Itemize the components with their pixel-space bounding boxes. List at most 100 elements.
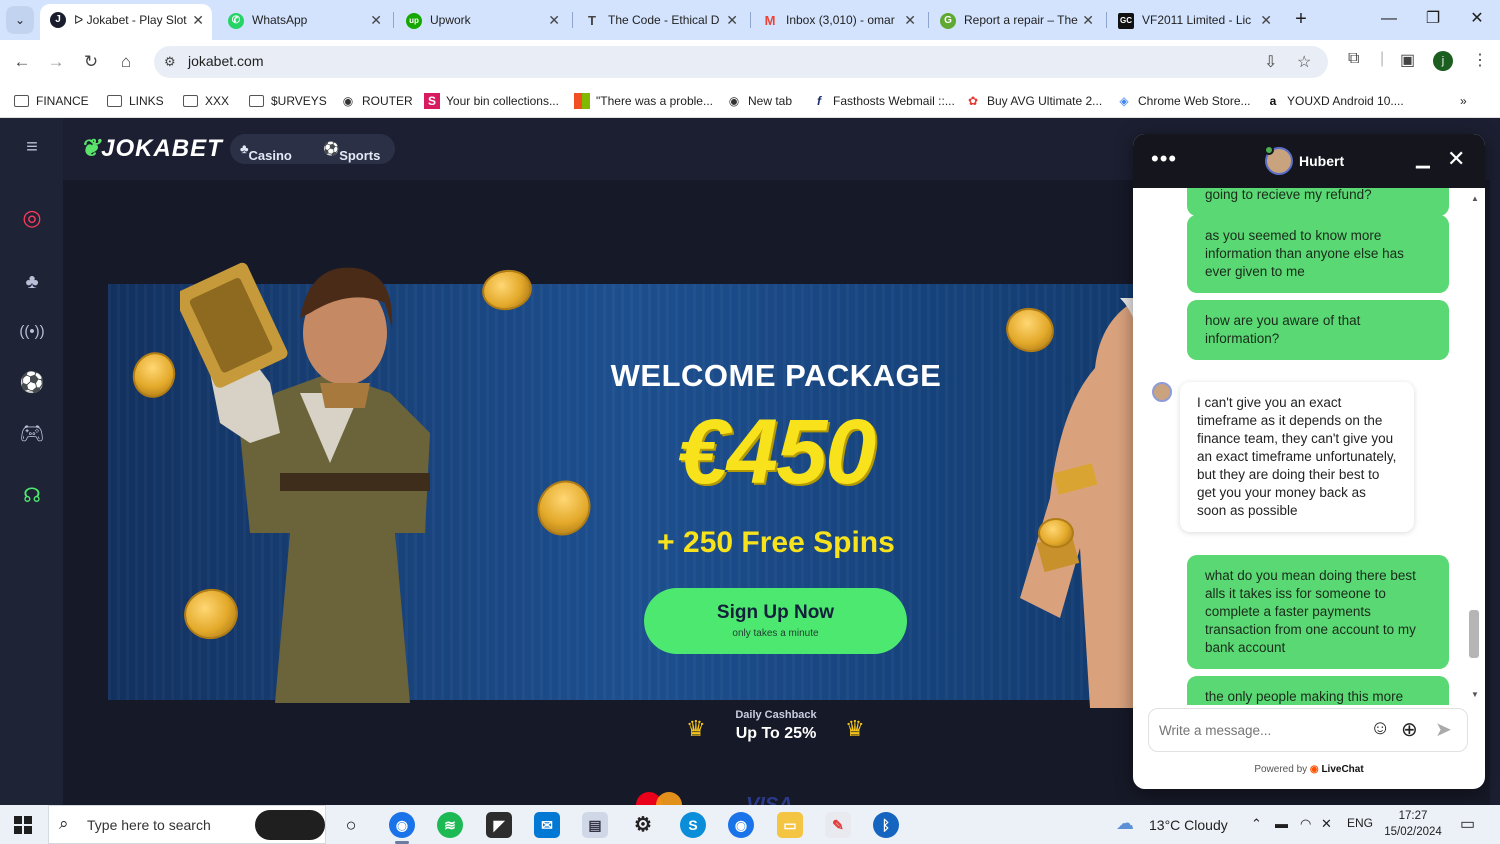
- attach-icon[interactable]: ⊕: [1401, 717, 1418, 742]
- file-explorer-icon[interactable]: ▭: [777, 812, 803, 838]
- cherry-icon[interactable]: ♣: [18, 268, 46, 296]
- bookmark-item[interactable]: ◈ Chrome Web Store...: [1116, 91, 1250, 111]
- sign-up-button[interactable]: Sign Up Now only takes a minute: [644, 588, 907, 654]
- powered-by[interactable]: Powered by ◉ LiveChat: [1133, 764, 1485, 775]
- window-close-button[interactable]: ✕: [1454, 0, 1500, 40]
- wifi-icon[interactable]: ◠: [1300, 816, 1311, 832]
- tab-whatsapp[interactable]: ✆ WhatsApp ✕: [218, 6, 390, 34]
- bookmark-item[interactable]: LINKS: [107, 91, 164, 111]
- settings-icon[interactable]: ⚙: [630, 812, 656, 838]
- notepad-icon[interactable]: ▤: [582, 812, 608, 838]
- bookmark-item[interactable]: ✿ Buy AVG Ultimate 2...: [965, 91, 1102, 111]
- tab-jokabet[interactable]: J ᐅ Jokabet - Play Slot ✕: [40, 4, 212, 40]
- spotify-icon[interactable]: ≋: [437, 812, 463, 838]
- bookmark-item[interactable]: S Your bin collections...: [424, 91, 559, 111]
- jokabet-logo[interactable]: ❦JOKABET: [80, 134, 223, 163]
- home-button[interactable]: ⌂: [112, 48, 140, 76]
- dartboard-icon[interactable]: ◎: [18, 204, 46, 232]
- minimize-chat-icon[interactable]: ▁: [1416, 148, 1430, 169]
- bookmark-item[interactable]: ◉ ROUTER: [340, 91, 413, 111]
- gamepad-icon[interactable]: 🎮︎: [18, 420, 46, 448]
- sports-tab[interactable]: ⚽ Sports: [323, 141, 380, 163]
- tab-gmail[interactable]: M Inbox (3,010) - omar ✕: [752, 6, 924, 34]
- install-app-icon[interactable]: ⇩: [1264, 52, 1277, 72]
- scroll-down-icon[interactable]: ▼: [1471, 690, 1479, 699]
- tab-report-repair[interactable]: G Report a repair – The ✕: [930, 6, 1102, 34]
- weather-text[interactable]: 13°C Cloudy: [1149, 817, 1228, 833]
- chrome-icon[interactable]: ◉: [389, 812, 415, 838]
- football-icon[interactable]: ⚽: [18, 369, 46, 397]
- tab-title: The Code - Ethical D: [608, 13, 720, 27]
- sign-up-sublabel: only takes a minute: [732, 628, 819, 639]
- chevron-up-icon[interactable]: ⌃: [1251, 816, 1262, 832]
- close-icon[interactable]: ✕: [548, 6, 560, 34]
- emoji-icon[interactable]: ☺: [1370, 717, 1390, 740]
- tab-vf2011[interactable]: GC VF2011 Limited - Lic ✕: [1108, 6, 1280, 34]
- forward-button[interactable]: →: [42, 48, 70, 76]
- close-chat-icon[interactable]: ✕: [1447, 146, 1465, 172]
- restore-button[interactable]: ❐: [1410, 0, 1456, 40]
- menu-dots-icon[interactable]: ⋮: [1472, 50, 1488, 70]
- task-view-icon[interactable]: ○: [338, 812, 364, 838]
- live-icon[interactable]: ((•)): [18, 318, 46, 346]
- extensions-icon[interactable]: ⧉: [1348, 50, 1359, 68]
- clock[interactable]: 17:27 15/02/2024: [1381, 808, 1445, 840]
- sticky-notes-icon[interactable]: ◤: [486, 812, 512, 838]
- chat-messages[interactable]: going to recieve my refund? as you seeme…: [1133, 188, 1485, 705]
- message-input[interactable]: [1159, 719, 1359, 741]
- visa-logo: VISA: [746, 794, 793, 805]
- minimize-button[interactable]: —: [1366, 0, 1412, 40]
- tab-upwork[interactable]: up Upwork ✕: [396, 6, 568, 34]
- cloud-icon: ☁: [1116, 813, 1134, 833]
- bookmark-item[interactable]: f Fasthosts Webmail ::...: [811, 91, 955, 111]
- bookmark-item[interactable]: "There was a proble...: [574, 91, 713, 111]
- close-icon[interactable]: ✕: [192, 4, 204, 36]
- casino-tab[interactable]: ♣ Casino: [240, 141, 292, 163]
- page-scrollbar[interactable]: [1490, 118, 1500, 805]
- bookmark-item[interactable]: $URVEYS: [249, 91, 327, 111]
- tab-search-button[interactable]: ⌄: [6, 6, 34, 34]
- more-bookmarks-icon[interactable]: »: [1460, 91, 1467, 111]
- close-icon[interactable]: ✕: [1260, 6, 1272, 34]
- bookmark-item[interactable]: FINANCE: [14, 91, 89, 111]
- bookmark-item[interactable]: ◉ New tab: [726, 91, 792, 111]
- headset-icon[interactable]: ☊: [18, 482, 46, 510]
- volume-muted-icon[interactable]: ✕: [1321, 816, 1332, 832]
- close-icon[interactable]: ✕: [726, 6, 738, 34]
- site-info-icon[interactable]: ⚙: [164, 54, 176, 70]
- side-panel-icon[interactable]: ▣: [1400, 50, 1415, 70]
- send-icon[interactable]: ➤: [1435, 717, 1452, 742]
- close-icon[interactable]: ✕: [1082, 6, 1094, 34]
- bookmark-item[interactable]: a YOUXD Android 10....: [1265, 91, 1404, 111]
- scroll-up-icon[interactable]: ▲: [1471, 194, 1479, 203]
- more-options-icon[interactable]: •••: [1151, 146, 1177, 172]
- menu-hamburger-icon[interactable]: ≡: [18, 133, 46, 161]
- chat-scrollbar-thumb[interactable]: [1469, 610, 1479, 658]
- windows-start-icon[interactable]: [14, 816, 32, 834]
- bluetooth-icon[interactable]: ᛒ: [873, 812, 899, 838]
- message-sent: the only people making this more: [1187, 676, 1449, 705]
- skype-icon[interactable]: S: [680, 812, 706, 838]
- language-indicator[interactable]: ENG: [1347, 816, 1373, 830]
- profile-avatar[interactable]: j: [1433, 51, 1453, 71]
- mail-icon[interactable]: ✉: [534, 812, 560, 838]
- taskbar-search[interactable]: ⌕ Type here to search: [48, 805, 326, 844]
- copilot-icon[interactable]: [255, 810, 325, 840]
- address-bar[interactable]: ⚙ jokabet.com ⇩ ☆: [154, 46, 1328, 78]
- tab-the-code[interactable]: T The Code - Ethical D ✕: [574, 6, 746, 34]
- notifications-icon[interactable]: ▭: [1460, 814, 1475, 834]
- battery-icon[interactable]: ▬: [1275, 816, 1288, 831]
- new-tab-button[interactable]: +: [1287, 6, 1315, 34]
- close-icon[interactable]: ✕: [904, 6, 916, 34]
- chrome-profile-icon[interactable]: ◉: [728, 812, 754, 838]
- paint-icon[interactable]: ✎: [825, 812, 851, 838]
- bookmark-star-icon[interactable]: ☆: [1297, 52, 1311, 72]
- gc-icon: GC: [1118, 13, 1134, 29]
- reload-button[interactable]: ↻: [77, 48, 105, 76]
- bookmark-item[interactable]: XXX: [183, 91, 229, 111]
- url-text: jokabet.com: [188, 53, 264, 69]
- close-icon[interactable]: ✕: [370, 6, 382, 34]
- browser-toolbar: ← → ↻ ⌂ ⚙ jokabet.com ⇩ ☆ ⧉ | ▣ ⋮: [0, 40, 1500, 84]
- back-button[interactable]: ←: [8, 48, 36, 76]
- online-status-icon: [1264, 145, 1274, 155]
